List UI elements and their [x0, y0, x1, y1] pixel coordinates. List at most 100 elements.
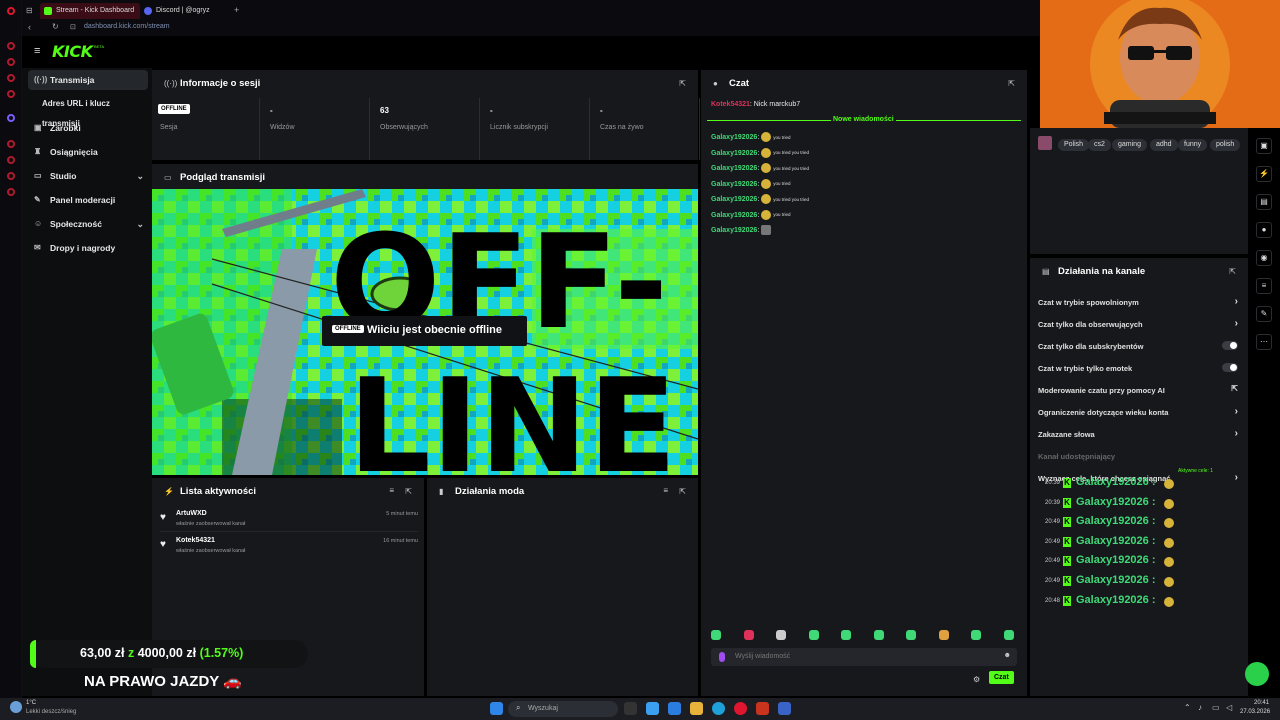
emote-shortcut-icon[interactable] [971, 630, 981, 640]
chat-input-box[interactable]: Wyślij wiadomość ☻ [711, 648, 1017, 666]
tab-discord[interactable]: Discord | @ogryz [140, 3, 230, 19]
activity-user[interactable]: ArtuWXD [176, 510, 207, 517]
edge-icon[interactable] [712, 702, 725, 715]
sidebar-dot-icon[interactable] [7, 90, 15, 98]
copilot-icon[interactable] [646, 702, 659, 715]
emote-shortcut-icon[interactable] [808, 630, 819, 640]
chat-username[interactable]: Galaxy192026 [711, 196, 757, 203]
share-icon[interactable]: ⋯ [1256, 334, 1272, 350]
emote-shortcut-icon[interactable] [711, 630, 721, 640]
chevron-right-icon[interactable]: › [1235, 296, 1238, 307]
channel-setting-row[interactable]: Kanał udostępniający [1038, 452, 1238, 461]
kick-logo[interactable]: KICK [52, 42, 93, 61]
sidebar-dot-icon[interactable] [7, 140, 15, 148]
chevron-right-icon[interactable]: › [1235, 428, 1238, 439]
sidebar-dot-icon[interactable] [7, 188, 15, 196]
channel-setting-row[interactable]: Czat tylko dla obserwujących › [1038, 318, 1238, 329]
chevron-right-icon[interactable]: › [1235, 318, 1238, 329]
sword-icon[interactable]: ✎ [1256, 306, 1272, 322]
document-icon[interactable]: ▤ [1256, 194, 1272, 210]
emoji-icon[interactable]: ☻ [1004, 652, 1011, 659]
back-icon[interactable]: ‹ [28, 22, 31, 32]
popout-icon[interactable]: ⇱ [679, 79, 686, 88]
channel-setting-row[interactable]: Moderowanie czatu przy pomocy AI ⇱ [1038, 384, 1238, 395]
emote-shortcut-icon[interactable] [743, 630, 754, 640]
channel-setting-row[interactable]: Czat w trybie spowolnionym › [1038, 296, 1238, 307]
stream-tag[interactable]: adhd [1150, 139, 1178, 151]
lightning-icon[interactable]: ⚡ [1256, 166, 1272, 182]
floating-chat-button[interactable] [1245, 662, 1269, 686]
sidebar-dot-icon[interactable] [7, 58, 15, 66]
emote-shortcut-icon[interactable] [938, 630, 949, 640]
url-text[interactable]: dashboard.kick.com/stream [84, 23, 170, 30]
screen-icon[interactable]: ▣ [1256, 138, 1272, 154]
popout-icon[interactable]: ⇱ [1008, 79, 1015, 88]
mic-tray-icon[interactable]: ♪ [1198, 703, 1202, 712]
mic-icon[interactable] [719, 652, 725, 662]
task-view-icon[interactable] [624, 702, 637, 715]
tab-menu-icon[interactable]: ⊟ [26, 6, 33, 15]
network-icon[interactable]: ▭ [1212, 703, 1220, 712]
broadcast-icon[interactable]: ◉ [1256, 250, 1272, 266]
app-icon[interactable] [756, 702, 769, 715]
clock-time[interactable]: 20:41 [1254, 700, 1269, 706]
chevron-down-icon[interactable]: ⌄ [136, 214, 144, 234]
chevron-down-icon[interactable]: ⌄ [136, 166, 144, 186]
chat-username[interactable]: Galaxy192026 [711, 134, 757, 141]
sidebar-item[interactable]: ✉ Dropy i nagrody [28, 238, 148, 258]
opera-icon[interactable] [734, 702, 747, 715]
sidebar-item[interactable]: ▭ Studio ⌄ [28, 166, 148, 186]
activity-user[interactable]: Kotek54321 [176, 537, 215, 544]
channel-setting-row[interactable]: Czat tylko dla subskrybentów [1038, 341, 1238, 351]
sidebar-app-icon[interactable] [7, 114, 15, 122]
sidebar-item[interactable]: ♜ Osiągnięcia [28, 142, 148, 162]
stream-tag[interactable]: polish [1210, 139, 1241, 151]
filter-icon[interactable]: ≡ [663, 486, 668, 495]
popout-icon[interactable]: ⇱ [1231, 384, 1238, 393]
popout-icon[interactable]: ⇱ [679, 487, 686, 496]
popout-icon[interactable]: ⇱ [405, 487, 412, 496]
chat-icon[interactable]: ● [1256, 222, 1272, 238]
store-icon[interactable] [668, 702, 681, 715]
stream-tag[interactable]: cs2 [1088, 139, 1111, 151]
chat-username[interactable]: Galaxy192026 [711, 227, 757, 234]
sidebar-dot-icon[interactable] [7, 172, 15, 180]
setting-toggle[interactable] [1222, 363, 1238, 372]
emote-shortcut-icon[interactable] [776, 630, 786, 640]
emote-shortcut-icon[interactable] [1003, 630, 1014, 640]
settings-gear-icon[interactable]: ⚙ [973, 675, 980, 684]
stream-tag[interactable]: gaming [1112, 139, 1147, 151]
reload-icon[interactable]: ↻ [52, 22, 59, 31]
hamburger-menu-icon[interactable]: ≡ [34, 45, 40, 57]
sidebar-item[interactable]: ▣ Zarobki [28, 118, 148, 138]
sidebar-dot-icon[interactable] [7, 74, 15, 82]
emote-shortcut-icon[interactable] [841, 630, 851, 640]
emote-shortcut-icon[interactable] [873, 630, 884, 640]
channel-setting-row[interactable]: Ograniczenie dotyczące wieku konta › [1038, 406, 1238, 417]
channel-setting-row[interactable]: Czat w trybie tylko emotek [1038, 363, 1238, 373]
taskbar-search[interactable]: ⌕ Wyszukaj [508, 701, 618, 717]
windows-start-icon[interactable] [490, 702, 503, 715]
opera-logo-icon[interactable] [7, 7, 15, 15]
clock-date[interactable]: 27.03.2026 [1240, 709, 1270, 715]
sidebar-item[interactable]: ((·)) Transmisja [28, 70, 148, 90]
popout-icon[interactable]: ⇱ [1229, 267, 1236, 276]
sidebar-item[interactable]: ✎ Panel moderacji [28, 190, 148, 210]
sidebar-dot-icon[interactable] [7, 42, 15, 50]
send-chat-button[interactable]: Czat [989, 671, 1014, 684]
chevron-right-icon[interactable]: › [1235, 406, 1238, 417]
tray-chevron-icon[interactable]: ⌃ [1184, 703, 1191, 712]
stream-preview-image[interactable]: OFF- LINE OFFLINE Wiiciu jest obecnie of… [152, 189, 698, 475]
setting-toggle[interactable] [1222, 341, 1238, 350]
weather-icon[interactable] [10, 701, 22, 713]
channel-setting-row[interactable]: Zakazane słowa › [1038, 428, 1238, 439]
chat-username[interactable]: Galaxy192026 [711, 180, 757, 187]
chat-username[interactable]: Kotek54321 [711, 101, 750, 108]
new-tab-icon[interactable]: + [234, 5, 239, 15]
app-icon[interactable] [778, 702, 791, 715]
chat-username[interactable]: Galaxy192026 [711, 149, 757, 156]
file-explorer-icon[interactable] [690, 702, 703, 715]
sidebar-dot-icon[interactable] [7, 156, 15, 164]
volume-icon[interactable]: ◁ [1226, 703, 1232, 712]
stream-tag[interactable]: Polish [1058, 139, 1090, 151]
